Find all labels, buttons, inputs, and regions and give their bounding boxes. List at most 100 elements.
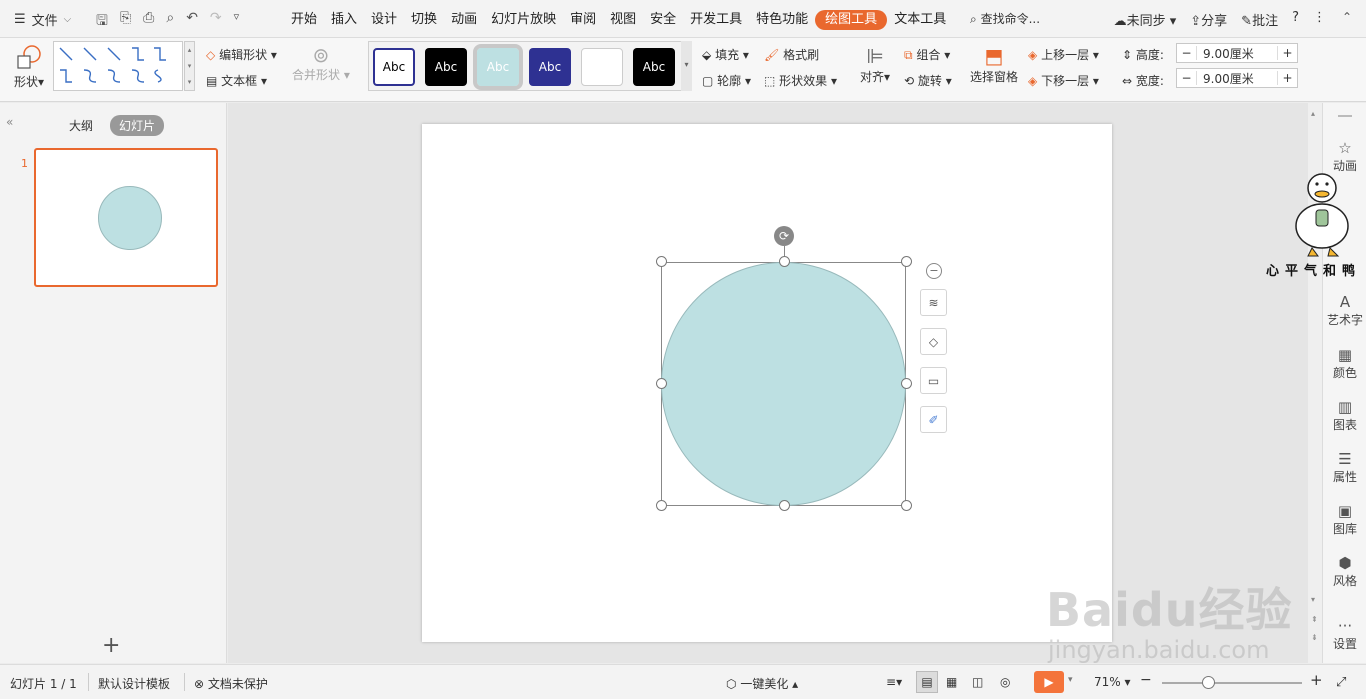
send-backward-button[interactable]: ◈ 下移一层 ▾ [1028,72,1099,89]
bring-forward-button[interactable]: ◈ 上移一层 ▾ [1028,46,1099,63]
customize-icon[interactable]: ▿ [234,10,240,34]
tab-slides[interactable]: 幻灯片 [110,115,165,136]
shape-gallery[interactable] [53,41,183,91]
zoom-out-button[interactable]: − [1140,672,1152,688]
preview-icon[interactable]: ⌕ [166,10,174,34]
side-settings-button[interactable]: ··· 设置 [1323,617,1366,652]
outline-button[interactable]: ▢ 轮廓 ▾ [702,72,751,89]
shape-effect-button[interactable]: ⬚ 形状效果 ▾ [764,72,837,89]
redo-icon[interactable]: ↷ [210,10,222,34]
resize-handle-n[interactable] [779,256,790,267]
format-painter-button[interactable]: 🖌 格式刷 [764,46,819,63]
zoom-slider[interactable] [1162,676,1302,689]
collapse-panel-icon[interactable]: « [6,115,13,129]
textbox-button[interactable]: ▤ 文本框 ▾ [206,72,267,89]
page-up-icon[interactable]: ⇞ [1311,615,1318,624]
collapse-float-toolbar-icon[interactable]: − [926,263,942,279]
save-icon[interactable]: 🖫 [96,10,108,34]
rotate-button[interactable]: ⟲ 旋转 ▾ [904,72,952,89]
float-outline-button[interactable]: ▭ [920,367,947,394]
add-slide-icon[interactable]: + [102,633,120,658]
merge-shape-button[interactable]: ⊚ 合并形状 ▾ [292,44,350,83]
tab-insert[interactable]: 插入 [324,10,364,30]
side-wordart-button[interactable]: A 艺术字 [1323,293,1366,328]
plus-icon[interactable]: + [1277,71,1297,85]
width-spinner[interactable]: − 9.00厘米 + [1176,68,1298,88]
tab-home[interactable]: 开始 [284,10,324,30]
tab-outline[interactable]: 大纲 [60,115,102,136]
presenter-view-button[interactable]: ◎ [1000,675,1010,689]
reading-view-button[interactable]: ◫ [972,675,983,689]
page-down-icon[interactable]: ⇟ [1311,633,1318,642]
plus-icon[interactable]: + [1277,46,1297,60]
tab-drawing-tools[interactable]: 绘图工具 [815,10,888,30]
notes-toggle[interactable]: ≡▾ [886,675,902,689]
scroll-up-icon[interactable]: ▴ [1311,109,1315,118]
side-properties-button[interactable]: ☰ 属性 [1323,450,1366,485]
style-sample-lightblue[interactable]: Abc [473,44,523,90]
resize-handle-e[interactable] [901,378,912,389]
edit-shape-button[interactable]: ◇ 编辑形状 ▾ [206,46,277,63]
style-gallery-more[interactable]: ▾ [681,41,692,91]
minus-icon[interactable]: − [1177,71,1197,85]
share-button[interactable]: ⇪分享 [1190,10,1227,29]
tab-review[interactable]: 审阅 [563,10,603,30]
side-color-button[interactable]: ▦ 颜色 [1323,346,1366,381]
resize-handle-ne[interactable] [901,256,912,267]
print-icon[interactable]: ⎙ [143,10,154,34]
tab-view[interactable]: 视图 [603,10,643,30]
style-sample-navy[interactable]: Abc [529,48,571,86]
tab-developer[interactable]: 开发工具 [683,10,749,30]
comment-button[interactable]: ✎批注 [1241,10,1278,29]
rotate-handle[interactable]: ⟳ [774,226,794,246]
undo-icon[interactable]: ↶ [186,10,198,34]
document-protection[interactable]: ⊗ 文档未保护 [194,675,268,692]
style-sample-white[interactable]: Abc [581,48,623,86]
style-sample-black[interactable]: Abc [425,48,467,86]
tab-animation[interactable]: 动画 [444,10,484,30]
style-sample-black-2[interactable]: Abc [633,48,675,86]
more-icon[interactable]: ⋮ [1313,10,1326,29]
layers-button[interactable]: ≋ [920,289,947,316]
collapse-ribbon-icon[interactable]: ⌃ [1342,10,1352,24]
tab-design[interactable]: 设计 [364,10,404,30]
tab-features[interactable]: 特色功能 [749,10,815,30]
normal-view-button[interactable]: ▤ [916,671,938,693]
tab-text-tools[interactable]: 文本工具 [887,10,953,30]
float-brush-button[interactable]: ✐ [920,406,947,433]
zoom-in-button[interactable]: + [1310,671,1323,689]
side-gallery-button[interactable]: ▣ 图库 [1323,502,1366,537]
beautify-button[interactable]: ⬡ 一键美化 ▴ [726,675,798,692]
tab-transition[interactable]: 切换 [404,10,444,30]
resize-handle-w[interactable] [656,378,667,389]
shape-button[interactable]: 形状▾ [12,44,46,90]
tab-slideshow[interactable]: 幻灯片放映 [484,10,563,30]
fit-window-icon[interactable]: ⤢ [1336,675,1346,690]
file-menu[interactable]: ☰ 文件 ⌵ [14,10,71,29]
template-name[interactable]: 默认设计模板 [98,675,170,692]
play-options[interactable]: ▾ [1068,675,1073,685]
search-command[interactable]: ⌕ 查找命令... [970,10,1040,27]
height-spinner[interactable]: − 9.00厘米 + [1176,43,1298,63]
group-button[interactable]: ⧉ 组合 ▾ [904,46,950,63]
align-button[interactable]: ⊫ 对齐▾ [860,44,890,85]
style-sample-outline[interactable]: Abc [373,48,415,86]
sync-button[interactable]: ☁未同步 ▾ [1114,10,1177,29]
side-style-button[interactable]: ⬢ 风格 [1323,554,1366,589]
zoom-slider-thumb[interactable] [1202,676,1215,689]
gallery-scroll[interactable]: ▴ ▾ ▾ [184,41,195,91]
minus-icon[interactable]: − [1177,46,1197,60]
float-fill-button[interactable]: ◇ [920,328,947,355]
height-input[interactable]: 9.00厘米 [1197,45,1277,62]
fill-button[interactable]: ⬙ 填充 ▾ [702,46,749,63]
help-icon[interactable]: ? [1292,10,1299,29]
play-slideshow-button[interactable]: ▶ [1034,671,1064,693]
sorter-view-button[interactable]: ▦ [946,675,957,689]
circle-shape[interactable] [661,262,906,506]
export-icon[interactable]: ⎘ [120,10,131,34]
zoom-level[interactable]: 71% ▾ [1094,675,1131,689]
resize-handle-se[interactable] [901,500,912,511]
side-chart-button[interactable]: ▥ 图表 [1323,398,1366,433]
scroll-down-icon[interactable]: ▾ [1311,595,1315,604]
tab-security[interactable]: 安全 [643,10,683,30]
